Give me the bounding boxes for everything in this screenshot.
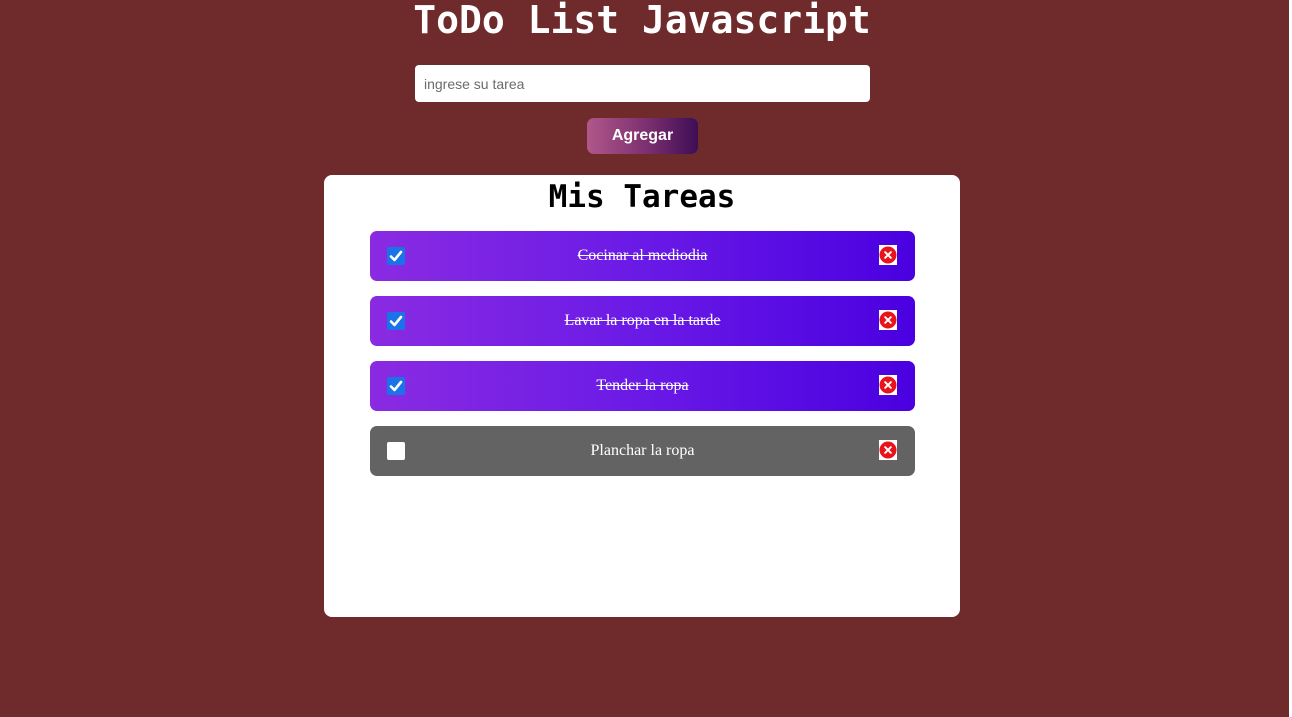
task-text: Cocinar al mediodia: [577, 247, 708, 264]
panel-title: Mis Tareas: [548, 179, 736, 215]
task-item: Tender la ropa: [370, 361, 915, 411]
delete-task-button[interactable]: [879, 310, 897, 330]
page-title: ToDo List Javascript: [413, 0, 871, 42]
task-checkbox[interactable]: [387, 442, 405, 460]
task-input[interactable]: [415, 65, 870, 102]
checkmark-icon: [389, 250, 403, 262]
tasks-panel: Mis Tareas Cocinar al mediodia Lavar la …: [324, 175, 960, 617]
task-item: Planchar la ropa: [370, 426, 915, 476]
delete-task-button[interactable]: [879, 245, 897, 265]
close-circle-icon: [879, 376, 897, 394]
task-text: Planchar la ropa: [590, 442, 695, 459]
task-item: Lavar la ropa en la tarde: [370, 296, 915, 346]
delete-task-button[interactable]: [879, 440, 897, 460]
task-checkbox[interactable]: [387, 247, 405, 265]
checkmark-icon: [389, 315, 403, 327]
task-list: Cocinar al mediodia Lavar la ropa en la …: [370, 231, 915, 491]
delete-task-button[interactable]: [879, 375, 897, 395]
task-checkbox[interactable]: [387, 312, 405, 330]
add-task-button[interactable]: Agregar: [587, 118, 698, 154]
task-checkbox[interactable]: [387, 377, 405, 395]
checkmark-icon: [389, 380, 403, 392]
close-circle-icon: [879, 246, 897, 264]
task-text: Lavar la ropa en la tarde: [564, 312, 721, 329]
close-circle-icon: [879, 441, 897, 459]
task-text: Tender la ropa: [596, 377, 689, 394]
close-circle-icon: [879, 311, 897, 329]
task-item: Cocinar al mediodia: [370, 231, 915, 281]
